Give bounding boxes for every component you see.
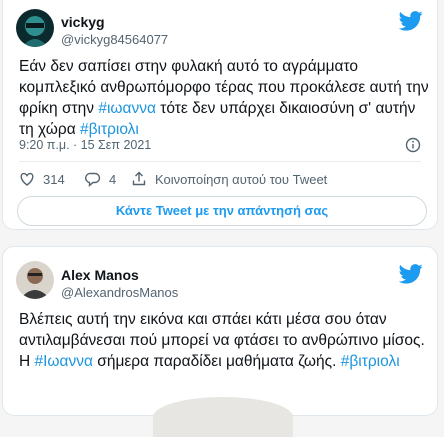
embedded-image-edge[interactable] bbox=[153, 397, 293, 437]
twitter-bird-icon[interactable] bbox=[399, 264, 423, 284]
author-handle[interactable]: @vickyg84564077 bbox=[61, 32, 168, 47]
tweet-reply-button[interactable]: Κάντε Tweet με την απάντησή σας bbox=[17, 196, 427, 226]
share-label: Κοινοποίηση αυτού του Tweet bbox=[155, 171, 328, 187]
share-action[interactable]: Κοινοποίηση αυτού του Tweet bbox=[131, 171, 327, 187]
reply-count: 4 bbox=[109, 171, 117, 187]
tweet-text: Εάν δεν σαπίσει στην φυλακή αυτό το αγρά… bbox=[19, 56, 431, 140]
hashtag-vitrioli[interactable]: #βιτριολι bbox=[80, 121, 139, 138]
author-handle[interactable]: @AlexandrosManos bbox=[61, 285, 178, 300]
reply-action[interactable]: 4 bbox=[85, 171, 116, 187]
info-icon[interactable] bbox=[405, 137, 421, 153]
twitter-bird-icon[interactable] bbox=[399, 11, 423, 31]
tweet-text-part: σήμερα παραδίδει μαθήματα ζωής. bbox=[92, 353, 341, 370]
author-name[interactable]: Alex Manos bbox=[61, 267, 139, 283]
share-icon bbox=[132, 171, 146, 186]
divider bbox=[19, 161, 421, 162]
heart-icon bbox=[20, 172, 34, 186]
avatar[interactable] bbox=[16, 9, 54, 47]
reply-icon bbox=[85, 172, 101, 187]
tweet-card-1: vickyg @vickyg84564077 Εάν δεν σαπίσει σ… bbox=[2, 0, 438, 230]
tweet-text: Βλέπεις αυτή την εικόνα και σπάει κάτι μ… bbox=[19, 309, 431, 372]
timestamp[interactable]: 9:20 π.μ. · 15 Σεπ 2021 bbox=[19, 138, 151, 152]
like-count: 314 bbox=[43, 171, 65, 187]
author-name[interactable]: vickyg bbox=[61, 14, 105, 30]
avatar[interactable] bbox=[16, 261, 54, 299]
hashtag-ioanna[interactable]: #ιωαννα bbox=[98, 100, 156, 117]
like-button[interactable]: 314 bbox=[19, 171, 65, 187]
hashtag-ioanna[interactable]: #Ιωαννα bbox=[35, 353, 93, 370]
hashtag-vitrioli[interactable]: #βιτριολι bbox=[341, 353, 400, 370]
tweet-card-2: Alex Manos @AlexandrosManos Βλέπεις αυτή… bbox=[2, 246, 438, 437]
